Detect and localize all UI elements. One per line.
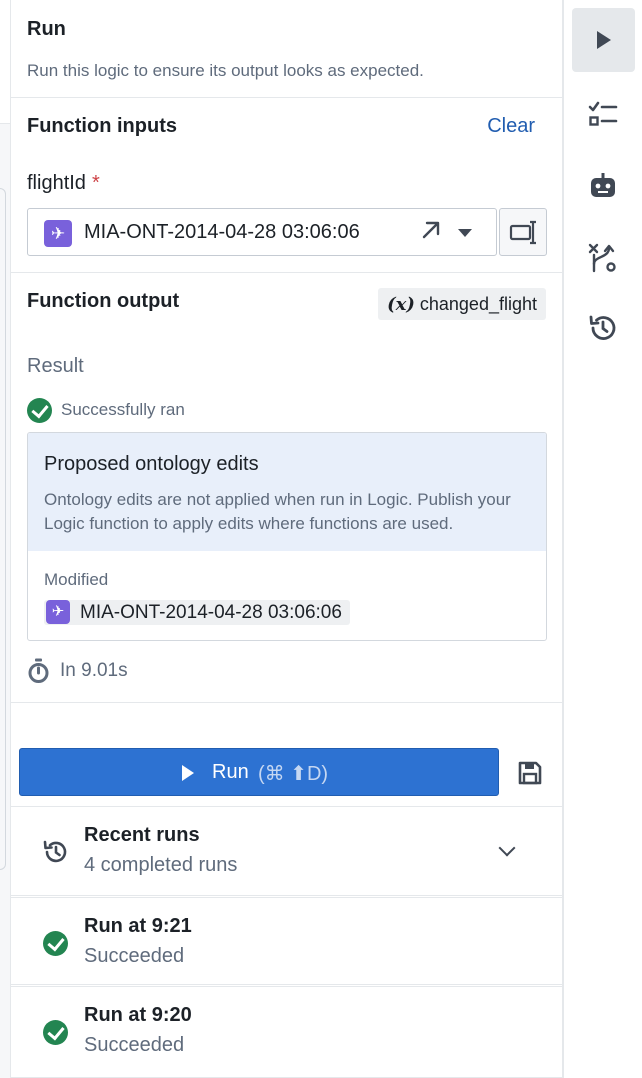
recent-runs-count: 4 completed runs — [84, 854, 238, 876]
run-history-item[interactable]: Run at 9:21 Succeeded — [11, 897, 562, 985]
recent-runs-title: Recent runs — [84, 824, 200, 846]
run-button[interactable]: Run (⌘ ⬆D) — [19, 748, 499, 796]
branch-icon — [588, 243, 616, 273]
rail-branch-button[interactable] — [572, 226, 635, 290]
function-output-title: Function output — [27, 290, 180, 312]
flightid-select[interactable]: ✈ MIA-ONT-2014-04-28 03:06:06 — [27, 208, 497, 256]
function-inputs-section: Function inputs Clear flightId * ✈ MIA-ON… — [11, 98, 562, 273]
robot-icon — [591, 173, 615, 197]
run-shortcut-hint: (⌘ ⬆D) — [258, 763, 329, 785]
text-cursor-icon — [509, 220, 536, 245]
rail-history-button[interactable] — [572, 296, 635, 360]
flightid-selected-value: MIA-ONT-2014-04-28 03:06:06 — [84, 221, 360, 243]
modified-label: Modified — [44, 570, 109, 589]
output-variable-chip: (x) changed_flight — [378, 288, 546, 320]
airplane-icon: ✈ — [44, 220, 72, 247]
variable-icon: (x) — [387, 294, 415, 315]
function-inputs-title: Function inputs — [27, 115, 177, 137]
modified-object-name: MIA-ONT-2014-04-28 03:06:06 — [80, 602, 342, 623]
run-item-title: Run at 9:21 — [84, 915, 192, 937]
modified-object-chip[interactable]: ✈ MIA-ONT-2014-04-28 03:06:06 — [44, 600, 350, 625]
recent-runs-header[interactable]: Recent runs 4 completed runs — [11, 806, 562, 896]
success-check-icon — [43, 931, 68, 956]
flightid-label-text: flightId — [27, 172, 86, 194]
clear-button[interactable]: Clear — [487, 115, 535, 138]
rail-checklist-button[interactable] — [572, 82, 635, 146]
history-icon — [589, 315, 616, 340]
stopwatch-icon — [28, 658, 49, 683]
success-check-icon — [43, 1020, 68, 1045]
left-gutter-top — [0, 0, 10, 124]
proposed-edits-title: Proposed ontology edits — [44, 453, 259, 475]
rail-assistant-button[interactable] — [572, 154, 635, 218]
proposed-edits-card: Proposed ontology edits Ontology edits a… — [27, 432, 547, 641]
save-icon[interactable] — [517, 760, 543, 791]
run-item-status: Succeeded — [84, 1034, 185, 1056]
play-icon — [182, 765, 194, 781]
left-panel-edge — [0, 188, 6, 870]
run-item-title: Run at 9:20 — [84, 1004, 192, 1026]
run-duration: In 9.01s — [27, 658, 128, 689]
required-marker: * — [91, 172, 100, 194]
run-item-status: Succeeded — [84, 945, 185, 967]
success-check-icon — [27, 398, 52, 423]
run-title: Run — [27, 18, 66, 40]
run-history-item[interactable]: Run at 9:20 Succeeded — [11, 986, 562, 1078]
proposed-edits-description: Ontology edits are not applied when run … — [44, 490, 511, 533]
flightid-label: flightId * — [27, 172, 100, 195]
play-icon — [597, 31, 611, 49]
history-icon — [43, 840, 67, 863]
airplane-icon: ✈ — [46, 600, 70, 624]
proposed-edits-header: Proposed ontology edits Ontology edits a… — [28, 433, 546, 551]
function-output-section: Function output (x) changed_flight Result… — [11, 273, 562, 703]
variable-toggle-button[interactable] — [499, 208, 547, 256]
run-duration-text: In 9.01s — [60, 660, 128, 681]
checklist-icon — [588, 101, 618, 126]
output-variable-name: changed_flight — [419, 294, 537, 314]
open-object-icon[interactable] — [420, 219, 442, 248]
run-section: Run Run this logic to ensure its output … — [11, 0, 562, 98]
chevron-down-icon[interactable] — [458, 229, 472, 237]
right-sidebar — [563, 0, 642, 1078]
result-label: Result — [27, 355, 84, 377]
result-status-text: Successfully ran — [61, 400, 185, 419]
chevron-down-icon[interactable] — [498, 839, 516, 857]
run-button-label: Run — [212, 761, 249, 783]
rail-run-button[interactable] — [572, 8, 635, 72]
run-subtitle: Run this logic to ensure its output look… — [27, 61, 424, 80]
run-panel: Run Run this logic to ensure its output … — [10, 0, 563, 1078]
